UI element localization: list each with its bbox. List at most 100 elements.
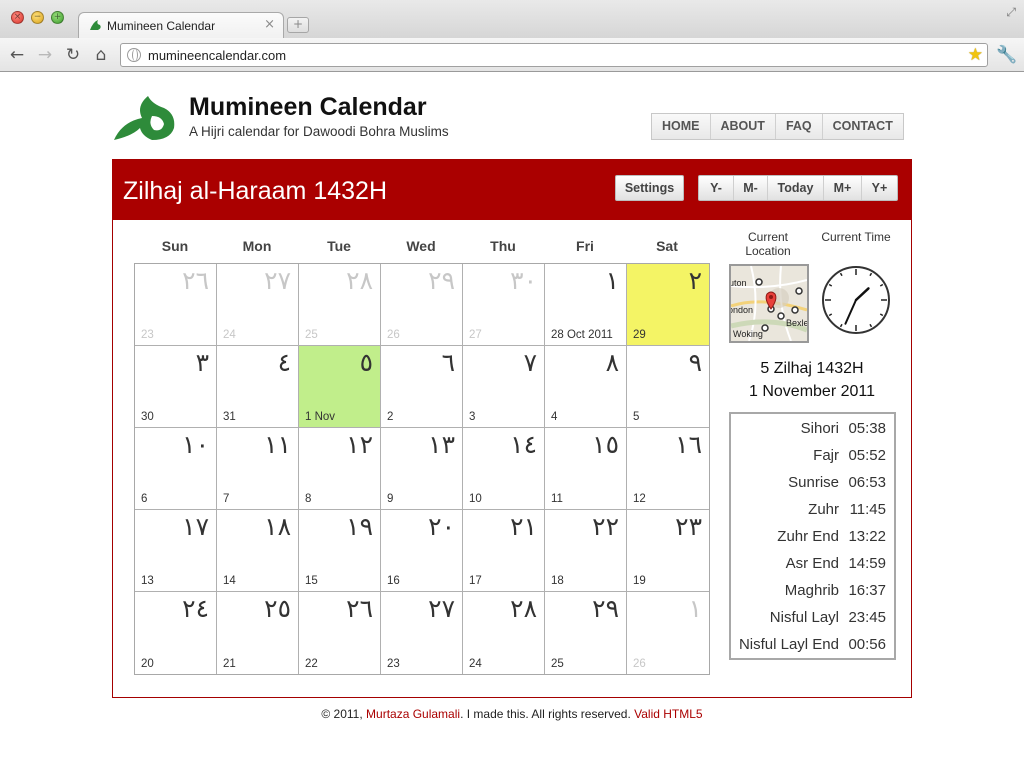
fullscreen-icon[interactable]: ⤢ [1006, 5, 1016, 20]
gregorian-date: 3 [469, 411, 476, 423]
footer: © 2011, Murtaza Gulamali. I made this. A… [0, 707, 1024, 721]
day-cell[interactable]: ١١ 7 [217, 428, 299, 510]
address-bar[interactable]: mumineencalendar.com ★ [120, 43, 988, 67]
hijri-day-number: ١ [605, 266, 619, 295]
prayer-time: 06:53 [848, 474, 886, 491]
prayer-time: 13:22 [848, 528, 886, 545]
day-cell[interactable]: ٢٩ 26 [381, 264, 463, 346]
day-cell[interactable]: ٣٠ 27 [463, 264, 545, 346]
day-cell[interactable]: ٢٤ 20 [135, 592, 217, 674]
window-close-button[interactable]: × [11, 11, 24, 24]
prayer-row: Sunrise 06:53 [731, 470, 894, 497]
back-button[interactable]: ← [6, 44, 28, 66]
hijri-day-number: ٢٣ [675, 512, 702, 541]
gregorian-date: 5 [633, 411, 640, 423]
reload-button[interactable]: ↻ [62, 44, 84, 66]
wrench-menu-icon[interactable]: 🔧 [996, 44, 1018, 66]
footer-rights: . I made this. All rights reserved. [460, 707, 635, 721]
current-location-label: Current Location [745, 230, 791, 258]
map-graphic: uton ondon Woking Bexle [731, 266, 807, 341]
day-cell[interactable]: ١٥ 11 [545, 428, 627, 510]
gregorian-date: 1 Nov [305, 411, 336, 423]
day-cell[interactable]: ٢٧ 24 [217, 264, 299, 346]
hijri-day-number: ٢٥ [264, 594, 291, 623]
nav-home[interactable]: HOME [652, 114, 710, 139]
day-cell[interactable]: ٢٦ 23 [135, 264, 217, 346]
day-cell[interactable]: ٧3 [463, 346, 545, 428]
prev-month-button[interactable]: M- [733, 176, 767, 200]
prayer-row: Maghrib 16:37 [731, 578, 894, 605]
day-cell[interactable]: ٢٧ 23 [381, 592, 463, 674]
gregorian-date: 27 [469, 329, 482, 341]
weekday-header: Sat [656, 238, 678, 254]
address-url[interactable]: mumineencalendar.com [148, 48, 286, 63]
hijri-day-number: ١٠ [182, 430, 209, 459]
day-cell[interactable]: ١٧ 13 [135, 510, 217, 592]
day-cell[interactable]: ٢٨ 24 [463, 592, 545, 674]
prayer-name: Zuhr End [777, 528, 839, 545]
day-cell[interactable]: ٢٥ 21 [217, 592, 299, 674]
nav-contact[interactable]: CONTACT [821, 114, 903, 139]
author-link[interactable]: Murtaza Gulamali [366, 707, 460, 721]
new-tab-button[interactable]: + [287, 17, 309, 33]
next-year-button[interactable]: Y+ [861, 176, 897, 200]
forward-button[interactable]: → [34, 44, 56, 66]
nav-faq[interactable]: FAQ [774, 114, 822, 139]
gregorian-date: 22 [305, 658, 318, 670]
day-cell[interactable]: ١٤ 10 [463, 428, 545, 510]
prayer-time: 05:38 [848, 420, 886, 437]
day-cell[interactable]: ١٦ 12 [627, 428, 709, 510]
day-cell[interactable]: ٢ 29 [627, 264, 709, 346]
day-cell[interactable]: ١٣ 9 [381, 428, 463, 510]
valid-html5-link[interactable]: Valid HTML5 [634, 707, 702, 721]
day-cell[interactable]: ٢١ 17 [463, 510, 545, 592]
bookmark-star-icon[interactable]: ★ [968, 45, 983, 65]
tab-close-icon[interactable]: × [264, 17, 275, 32]
next-month-button[interactable]: M+ [823, 176, 861, 200]
hijri-day-number: ١١ [264, 430, 291, 459]
calendar-grid: ٢٦ 23 ٢٧ 24 ٢٨ 25 ٢٩ 26 ٣٠ 27 ١ 28 Oct 2011 ٢ 29 ٣ 30 ٤ 3… [134, 263, 710, 675]
month-title: Zilhaj al-Haraam 1432H [123, 177, 388, 205]
gregorian-date: 18 [551, 575, 564, 587]
hijri-day-number: ١٨ [264, 512, 291, 541]
date-nav-group: Y- M- Today M+ Y+ [698, 175, 898, 201]
prayer-row: Asr End 14:59 [731, 551, 894, 578]
prayer-row: Zuhr End 13:22 [731, 524, 894, 551]
gregorian-date: 10 [469, 493, 482, 505]
gregorian-date: 30 [141, 411, 154, 423]
day-cell[interactable]: ٢٣ 19 [627, 510, 709, 592]
hijri-day-number: ٢٦ [346, 594, 373, 623]
day-cell[interactable]: ٨4 [545, 346, 627, 428]
hijri-day-number: ٢٩ [592, 594, 619, 623]
day-cell[interactable]: ٢٠ 16 [381, 510, 463, 592]
browser-tabstrip: × − + Mumineen Calendar × + ⤢ [0, 0, 1024, 38]
location-map[interactable]: uton ondon Woking Bexle [729, 264, 809, 343]
day-cell[interactable]: ٩5 [627, 346, 709, 428]
prayer-name: Asr End [785, 555, 839, 572]
prayer-name: Nisful Layl End [738, 636, 839, 653]
browser-tab[interactable]: Mumineen Calendar × [78, 12, 284, 38]
day-cell[interactable]: ١٩ 15 [299, 510, 381, 592]
day-cell[interactable]: ١٢ 8 [299, 428, 381, 510]
settings-button[interactable]: Settings [615, 175, 684, 201]
day-cell[interactable]: ٢٩ 25 [545, 592, 627, 674]
day-cell[interactable]: ٢٦ 22 [299, 592, 381, 674]
day-cell[interactable]: ٥ 1 Nov [299, 346, 381, 428]
day-cell[interactable]: ٣ 30 [135, 346, 217, 428]
day-cell[interactable]: ٢٨ 25 [299, 264, 381, 346]
home-button[interactable]: ⌂ [90, 44, 112, 66]
day-cell[interactable]: ١٠ 6 [135, 428, 217, 510]
day-cell[interactable]: ٤ 31 [217, 346, 299, 428]
site-logo[interactable] [112, 92, 180, 144]
today-button[interactable]: Today [767, 176, 823, 200]
prev-year-button[interactable]: Y- [699, 176, 733, 200]
window-minimize-button[interactable]: − [31, 11, 44, 24]
day-cell[interactable]: ١٨ 14 [217, 510, 299, 592]
day-cell[interactable]: ١ 28 Oct 2011 [545, 264, 627, 346]
day-cell[interactable]: ٢٢ 18 [545, 510, 627, 592]
nav-about[interactable]: ABOUT [709, 114, 775, 139]
day-cell[interactable]: ٦2 [381, 346, 463, 428]
hijri-day-number: ٢٨ [346, 266, 373, 295]
window-maximize-button[interactable]: + [51, 11, 64, 24]
day-cell[interactable]: ١ 26 [627, 592, 709, 674]
